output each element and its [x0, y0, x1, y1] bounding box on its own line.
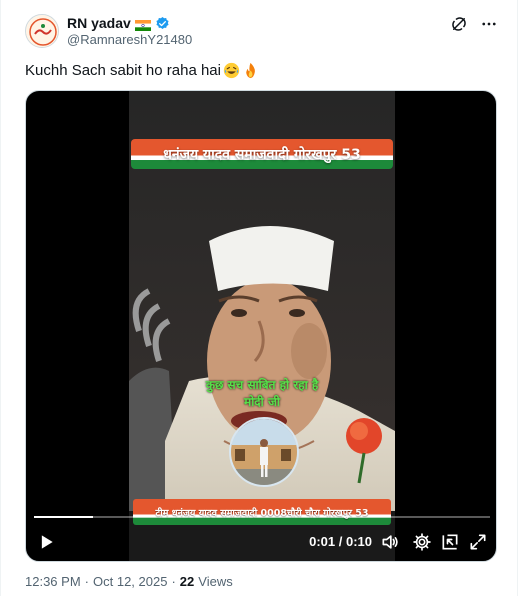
laughing-tears-emoji: [223, 62, 240, 79]
tweet-text-content: Kuchh Sach sabit ho raha hai: [25, 62, 221, 79]
tweet-text: Kuchh Sach sabit ho raha hai: [25, 62, 259, 79]
video-controls: 0:01 / 0:10: [26, 527, 496, 557]
user-handle[interactable]: @RamnareshY21480: [67, 32, 192, 47]
settings-gear-icon[interactable]: [412, 532, 432, 552]
video-overlay-line-1: कुछ सच साबित हो रहा है: [205, 378, 319, 392]
picture-in-picture-icon[interactable]: [440, 532, 460, 552]
video-banner-top: धनंजय यादव समाजवादी गोरखपुर 53: [131, 139, 393, 169]
video-banner-bottom: टीम धनंजय यादव समाजवादी 0008चौरी चौरा गो…: [133, 499, 391, 525]
name-row: RN yadav: [67, 14, 170, 32]
india-flag-icon: [134, 18, 151, 31]
fullscreen-icon[interactable]: [468, 532, 488, 552]
views-label: Views: [198, 574, 233, 589]
meta-separator: ·: [84, 574, 89, 589]
tweet-meta: 12:36 PM · Oct 12, 2025 · 22 Views: [25, 574, 233, 589]
tweet-card: RN yadav @RamnareshY21480 Kuchh Sach sab…: [0, 0, 518, 596]
volume-icon[interactable]: [380, 532, 400, 552]
verified-badge-icon[interactable]: [155, 16, 170, 31]
display-name[interactable]: RN yadav: [67, 15, 131, 31]
video-inset-photo: [229, 417, 299, 487]
tweet-time[interactable]: 12:36 PM: [25, 574, 81, 589]
more-options-icon[interactable]: [479, 14, 499, 34]
views-count[interactable]: 22: [180, 574, 194, 589]
avatar[interactable]: [25, 14, 59, 48]
top-actions: [449, 14, 499, 34]
video-time: 0:01 / 0:10: [309, 534, 372, 549]
video-progress-bar[interactable]: [34, 516, 490, 518]
play-icon[interactable]: [36, 532, 56, 552]
video-overlay-line-2: मोदी जी: [244, 395, 280, 409]
video-frame[interactable]: धनंजय यादव समाजवादी गोरखपुर 53 कुछ सच सा…: [129, 91, 395, 561]
fire-emoji: [242, 62, 259, 79]
video-player[interactable]: धनंजय यादव समाजवादी गोरखपुर 53 कुछ सच सा…: [25, 90, 497, 562]
meta-separator: ·: [171, 574, 176, 589]
video-banner-top-text: धनंजय यादव समाजवादी गोरखपुर 53: [163, 146, 361, 163]
grok-icon[interactable]: [449, 14, 469, 34]
tweet-date[interactable]: Oct 12, 2025: [93, 574, 167, 589]
video-progress-fill: [34, 516, 94, 518]
